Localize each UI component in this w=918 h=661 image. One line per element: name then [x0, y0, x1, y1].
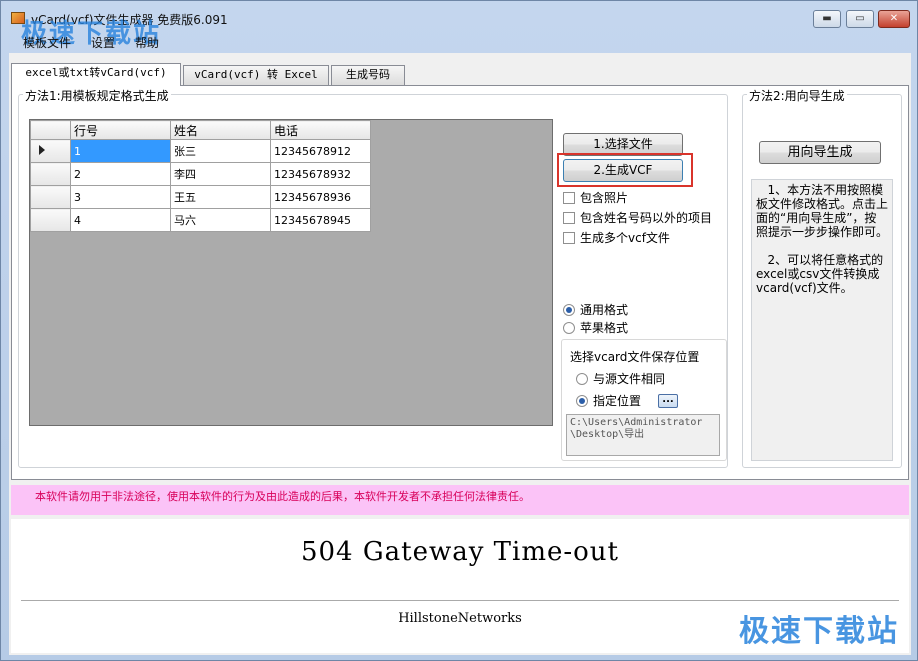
radio-dot[interactable]	[563, 322, 575, 334]
save-path-field[interactable]: C:\Users\Administrator \Desktop\导出	[566, 414, 720, 456]
wizard-button[interactable]: 用向导生成	[759, 141, 881, 164]
custom-location-radio[interactable]: 指定位置	[576, 392, 641, 409]
table-cell[interactable]: 1	[70, 139, 171, 163]
generic-format-radio[interactable]: 通用格式	[563, 301, 628, 318]
radio-dot[interactable]	[576, 373, 588, 385]
tab-vcard-to-excel[interactable]: vCard(vcf) 转 Excel	[183, 65, 329, 85]
column-header-row-number[interactable]: 行号	[70, 120, 171, 140]
table-cell[interactable]: 3	[70, 185, 171, 209]
save-location-group: 选择vcard文件保存位置 与源文件相同 指定位置 ... C:\Users\A…	[561, 339, 727, 461]
table-row[interactable]: 3 王五 12345678936	[30, 185, 371, 209]
tab-strip: excel或txt转vCard(vcf) vCard(vcf) 转 Excel …	[11, 63, 909, 86]
table-cell[interactable]: 12345678932	[270, 162, 371, 186]
tab-generate-numbers[interactable]: 生成号码	[331, 65, 405, 85]
current-row-arrow-icon	[39, 144, 45, 155]
menu-bar: 模板文件 设置 帮助	[9, 31, 909, 53]
menu-help[interactable]: 帮助	[135, 34, 159, 51]
menu-settings[interactable]: 设置	[91, 34, 115, 51]
row-header[interactable]	[30, 162, 71, 186]
method2-title: 方法2:用向导生成	[747, 87, 847, 104]
radio-dot[interactable]	[576, 395, 588, 407]
generate-vcf-button[interactable]: 2.生成VCF	[563, 159, 683, 182]
grid-header-row: 行号 姓名 电话	[30, 120, 371, 140]
checkbox-box[interactable]	[563, 192, 575, 204]
radio-label: 与源文件相同	[593, 372, 666, 386]
apple-format-radio[interactable]: 苹果格式	[563, 319, 628, 336]
table-cell[interactable]: 李四	[170, 162, 271, 186]
row-header[interactable]	[30, 185, 71, 209]
column-header-name[interactable]: 姓名	[170, 120, 271, 140]
table-cell[interactable]: 12345678912	[270, 139, 371, 163]
row-header-corner	[30, 120, 71, 140]
app-window: vCard(vcf)文件生成器 免费版6.091 极速下载站 ▬ ▭ ✕ 模板文…	[0, 0, 918, 661]
grid-table: 行号 姓名 电话 1 张三 12345678912 2 李四 123456789…	[30, 120, 371, 232]
title-bar[interactable]: vCard(vcf)文件生成器 免费版6.091 极速下载站 ▬ ▭ ✕	[1, 1, 917, 49]
table-row[interactable]: 4 马六 12345678945	[30, 208, 371, 232]
table-row[interactable]: 2 李四 12345678932	[30, 162, 371, 186]
table-cell[interactable]: 张三	[170, 139, 271, 163]
column-header-phone[interactable]: 电话	[270, 120, 371, 140]
table-cell[interactable]: 4	[70, 208, 171, 232]
client-area: excel或txt转vCard(vcf) vCard(vcf) 转 Excel …	[9, 53, 911, 655]
checkbox-label: 包含照片	[580, 191, 629, 205]
method2-group: 方法2:用向导生成 用向导生成 1、本方法不用按照模板文件修改格式。点击上面的“…	[742, 87, 902, 468]
close-button[interactable]: ✕	[878, 10, 910, 28]
table-row[interactable]: 1 张三 12345678912	[30, 139, 371, 163]
method1-title: 方法1:用模板规定格式生成	[23, 87, 171, 104]
checkbox-label: 包含姓名号码以外的项目	[580, 211, 713, 225]
radio-dot[interactable]	[563, 304, 575, 316]
tab-panel-excel-to-vcard: 方法1:用模板规定格式生成 行号 姓名 电话 1 张三 12345678912 …	[11, 85, 909, 480]
include-extra-fields-checkbox[interactable]: 包含姓名号码以外的项目	[563, 209, 712, 226]
data-grid[interactable]: 行号 姓名 电话 1 张三 12345678912 2 李四 123456789…	[29, 119, 553, 426]
minimize-button[interactable]: ▬	[813, 10, 841, 28]
radio-label: 苹果格式	[580, 321, 629, 335]
checkbox-label: 生成多个vcf文件	[580, 231, 670, 245]
checkbox-box[interactable]	[563, 212, 575, 224]
radio-label: 指定位置	[593, 394, 642, 408]
maximize-button[interactable]: ▭	[846, 10, 874, 28]
include-photo-checkbox[interactable]: 包含照片	[563, 189, 628, 206]
row-header[interactable]	[30, 208, 71, 232]
divider	[21, 600, 899, 601]
method1-group: 方法1:用模板规定格式生成 行号 姓名 电话 1 张三 12345678912 …	[18, 87, 728, 468]
save-location-title: 选择vcard文件保存位置	[570, 350, 700, 364]
same-as-source-radio[interactable]: 与源文件相同	[576, 370, 665, 387]
multiple-vcf-checkbox[interactable]: 生成多个vcf文件	[563, 229, 670, 246]
table-cell[interactable]: 12345678936	[270, 185, 371, 209]
tab-excel-to-vcard[interactable]: excel或txt转vCard(vcf)	[11, 63, 181, 86]
method2-help-text: 1、本方法不用按照模板文件修改格式。点击上面的“用向导生成”，按照提示一步步操作…	[751, 179, 893, 461]
radio-label: 通用格式	[580, 303, 629, 317]
error-heading: 504 Gateway Time-out	[300, 537, 620, 567]
browse-button[interactable]: ...	[658, 394, 678, 408]
checkbox-box[interactable]	[563, 232, 575, 244]
table-cell[interactable]: 马六	[170, 208, 271, 232]
table-cell[interactable]: 12345678945	[270, 208, 371, 232]
disclaimer-banner: 本软件请勿用于非法途径，使用本软件的行为及由此造成的后果，本软件开发者不承担任何…	[11, 485, 909, 515]
row-header[interactable]	[30, 139, 71, 163]
table-cell[interactable]: 王五	[170, 185, 271, 209]
watermark-logo-bottom: 极速下载站	[739, 614, 899, 649]
table-cell[interactable]: 2	[70, 162, 171, 186]
menu-template-file[interactable]: 模板文件	[23, 34, 71, 51]
